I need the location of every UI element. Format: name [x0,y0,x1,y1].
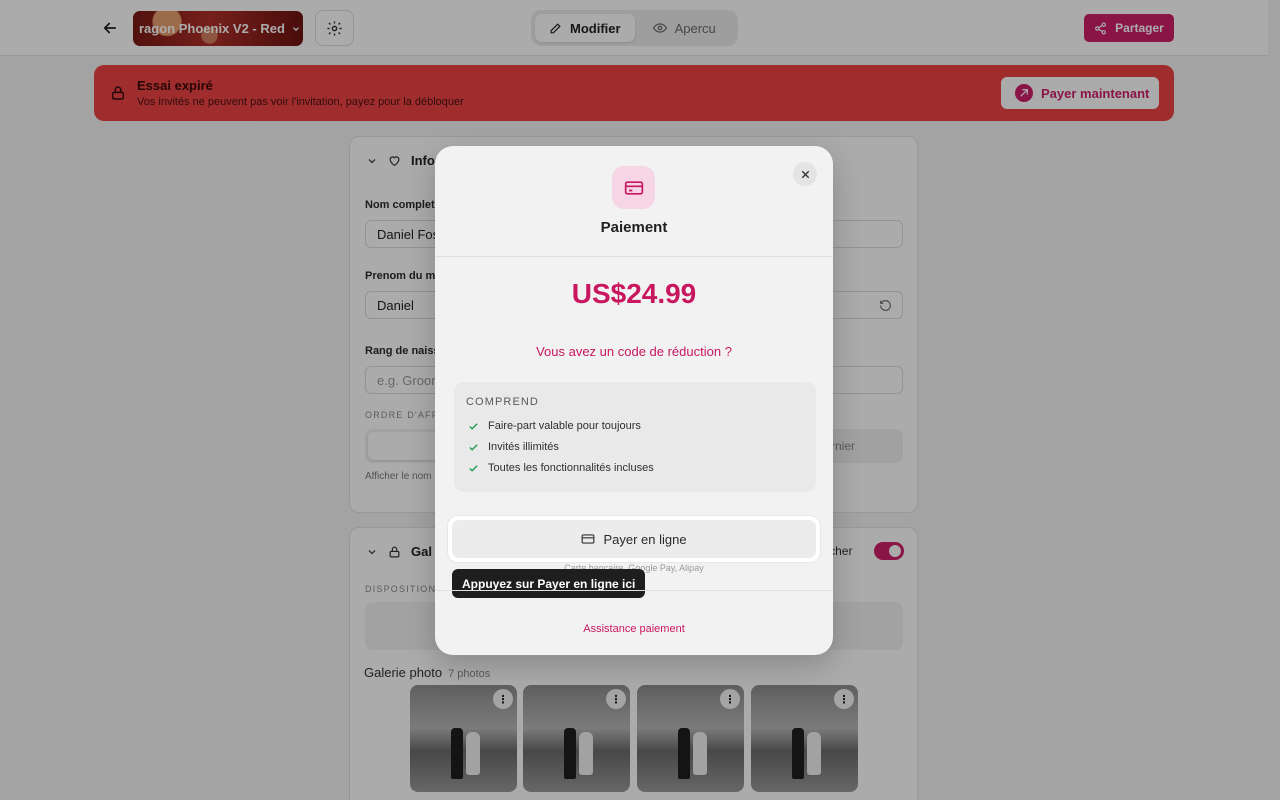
check-icon [469,422,478,430]
include-item: Faire-part valable pour toujours [468,420,641,432]
include-item-label: Faire-part valable pour toujours [488,420,641,432]
check-icon [469,443,478,451]
close-icon [801,170,809,178]
include-item: Toutes les fonctionnalités incluses [468,462,654,474]
divider [435,256,833,257]
includes-box: COMPREND Faire-part valable pour toujour… [454,382,816,492]
card-icon [582,534,595,544]
promo-code-link[interactable]: Vous avez un code de réduction ? [435,344,833,359]
close-button[interactable] [793,162,817,186]
check-icon [469,464,478,472]
pay-online-label: Payer en ligne [603,531,687,547]
pay-online-tooltip: Appuyez sur Payer en ligne ici [452,569,646,598]
price: US$24.99 [571,278,697,309]
pay-online-button[interactable]: Payer en ligne [448,516,820,562]
include-item-label: Toutes les fonctionnalités incluses [488,462,654,474]
card-icon [612,166,655,209]
payment-modal: Paiement US$24.99 Vous avez un code de r… [435,146,833,655]
divider [435,590,833,591]
modal-title: Paiement [600,219,668,236]
pay-online-inner: Payer en ligne [452,520,816,558]
includes-title: COMPREND [466,396,539,408]
include-item: Invités illimités [468,441,559,453]
include-item-label: Invités illimités [488,441,559,453]
payment-support-link[interactable]: Assistance paiement [435,623,833,635]
